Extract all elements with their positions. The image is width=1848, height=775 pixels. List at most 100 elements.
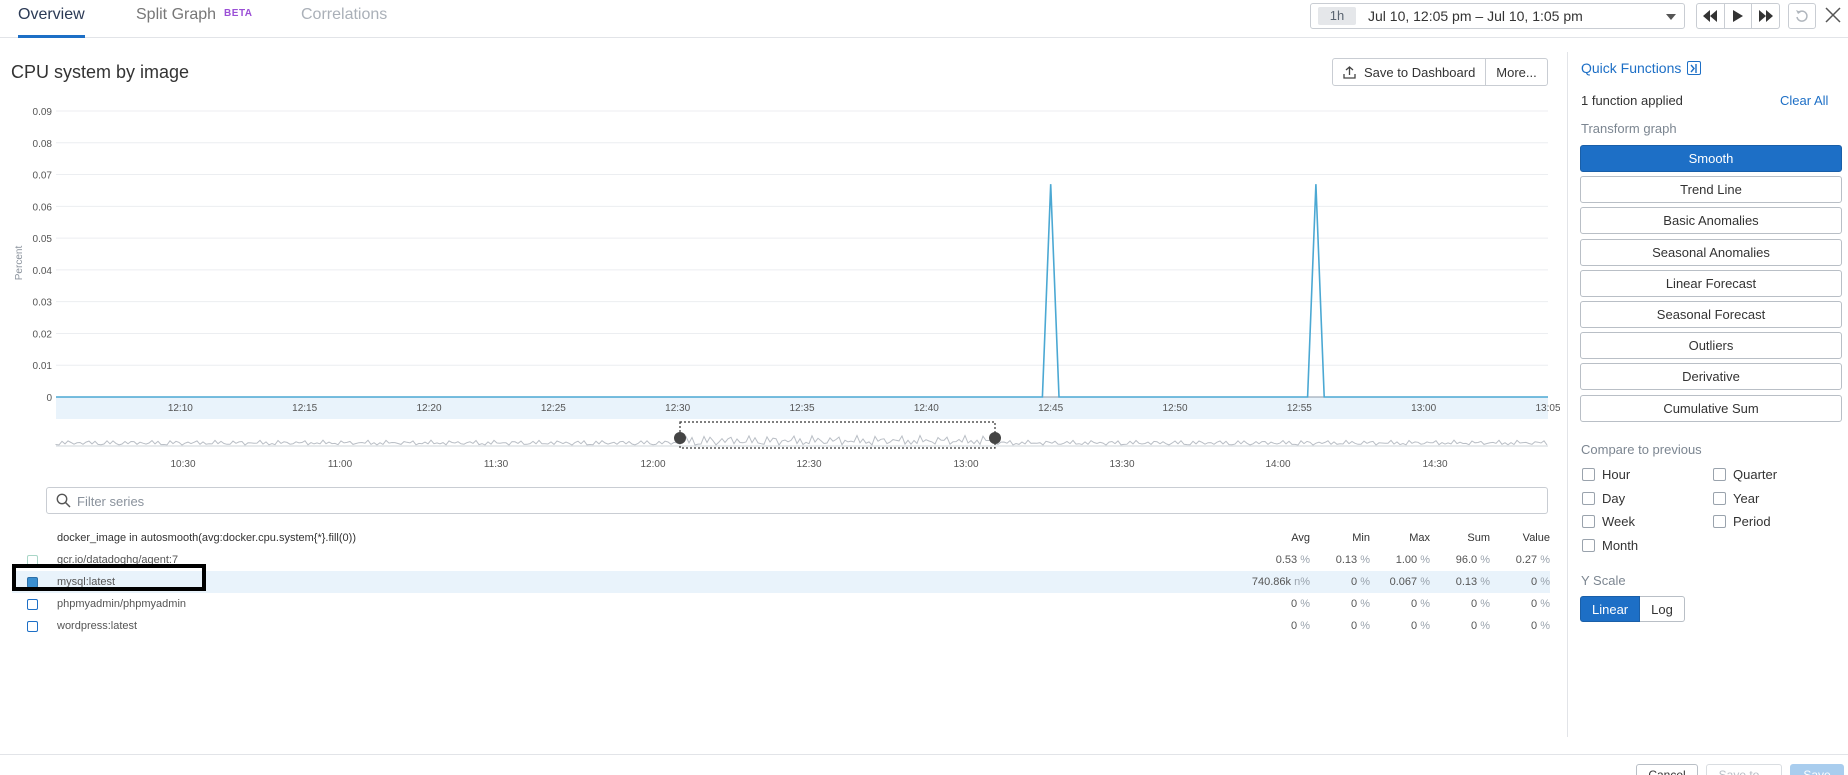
- more-button[interactable]: More...: [1485, 59, 1546, 85]
- cell-max: 0.067 %: [1370, 576, 1430, 588]
- checkbox-box[interactable]: [1582, 515, 1595, 528]
- fast-forward-icon: [1758, 10, 1773, 22]
- compare-week-checkbox[interactable]: Week: [1582, 514, 1635, 529]
- function-outliers-button[interactable]: Outliers: [1580, 332, 1842, 360]
- compare-day-checkbox[interactable]: Day: [1582, 491, 1625, 506]
- filter-series-box[interactable]: [46, 487, 1548, 514]
- y-scale-linear-button[interactable]: Linear: [1580, 596, 1641, 622]
- rewind-button[interactable]: [1697, 4, 1725, 28]
- series-checkbox[interactable]: [27, 621, 38, 632]
- cell-unit: %: [1300, 554, 1310, 566]
- compare-month-checkbox[interactable]: Month: [1582, 538, 1638, 553]
- cell-value: 0: [1411, 620, 1418, 632]
- play-button[interactable]: [1725, 4, 1753, 28]
- cell-unit: %: [1480, 576, 1490, 588]
- cell-unit: %: [1540, 576, 1550, 588]
- function-basic-anomalies-button[interactable]: Basic Anomalies: [1580, 207, 1842, 235]
- cell-unit: %: [1420, 598, 1430, 610]
- col-min[interactable]: Min: [1330, 532, 1370, 544]
- function-cumulative-sum-button[interactable]: Cumulative Sum: [1580, 394, 1842, 422]
- tab-split-graph[interactable]: Split Graph BETA: [136, 6, 253, 38]
- x-tick-label: 12:30: [665, 403, 690, 414]
- time-range-text: Jul 10, 12:05 pm – Jul 10, 1:05 pm: [1368, 8, 1583, 24]
- function-linear-forecast-button[interactable]: Linear Forecast: [1580, 269, 1842, 297]
- cancel-button[interactable]: Cancel: [1636, 764, 1698, 775]
- table-row[interactable]: gcr.io/datadoghq/agent:7 0.53 % 0.13 % 1.00…: [12, 549, 1550, 571]
- cell-sum: 0.13 %: [1430, 576, 1490, 588]
- checkbox-box[interactable]: [1582, 491, 1595, 505]
- compare-previous-label: Compare to previous: [1581, 442, 1702, 457]
- cell-value: 0 %: [1490, 620, 1550, 632]
- cell-value: 0: [1411, 598, 1418, 610]
- save-to-dashboard-button[interactable]: Save to Dashboard: [1333, 59, 1485, 85]
- series-legend-table: docker_image in autosmooth(avg:docker.cp…: [12, 527, 1550, 637]
- footer-divider: [0, 754, 1848, 755]
- cell-unit: %: [1480, 554, 1490, 566]
- quick-functions-title[interactable]: Quick Functions: [1581, 60, 1681, 76]
- graph-title: CPU system by image: [11, 62, 190, 82]
- checkbox-box[interactable]: [1582, 538, 1595, 552]
- cell-avg: 740.86k n%: [1250, 576, 1310, 588]
- cell-unit: %: [1420, 576, 1430, 588]
- series-checkbox[interactable]: [27, 599, 38, 610]
- compare-period-checkbox[interactable]: Period: [1713, 514, 1771, 529]
- cell-max: 0 %: [1370, 598, 1430, 610]
- function-seasonal-anomalies-button[interactable]: Seasonal Anomalies: [1580, 238, 1842, 266]
- cell-min: 0 %: [1310, 598, 1370, 610]
- y-tick-label: 0.04: [33, 266, 53, 277]
- cell-value: 0.067: [1389, 576, 1418, 588]
- function-trend-line-button[interactable]: Trend Line: [1580, 176, 1842, 204]
- tab-correlations[interactable]: Correlations: [301, 6, 387, 38]
- panel-toggle-icon[interactable]: [1687, 61, 1701, 75]
- cell-unit: %: [1360, 620, 1370, 632]
- cell-avg: 0 %: [1250, 620, 1310, 632]
- col-value[interactable]: Value: [1510, 532, 1550, 544]
- checkbox-box[interactable]: [1713, 491, 1726, 505]
- cell-unit: %: [1540, 598, 1550, 610]
- save-button[interactable]: Save: [1790, 764, 1844, 775]
- x-tick-label: 12:55: [1287, 403, 1312, 414]
- reset-button[interactable]: [1788, 3, 1816, 29]
- col-max[interactable]: Max: [1390, 532, 1430, 544]
- overview-tick-label: 12:00: [640, 459, 665, 470]
- table-row[interactable]: phpmyadmin/phpmyadmin 0 % 0 % 0 % 0 % 0 %: [12, 593, 1550, 615]
- cell-value: 0: [1291, 598, 1298, 610]
- tab-label: Correlations: [301, 6, 388, 23]
- cpu-line-chart[interactable]: 0 0.01 0.02 0.03 0.04 0.05 0.06 0.07 0.08 0.09 Per…: [0, 95, 1560, 475]
- compare-hour-checkbox[interactable]: Hour: [1582, 467, 1630, 482]
- overview-tick-label: 13:00: [953, 459, 978, 470]
- checkbox-box[interactable]: [1713, 468, 1726, 481]
- y-tick-label: 0.03: [33, 298, 53, 309]
- close-button[interactable]: [1822, 4, 1844, 26]
- table-row[interactable]: mysql:latest 740.86k n% 0 % 0.067 % 0.13 % 0 …: [12, 571, 1550, 593]
- compare-year-checkbox[interactable]: Year: [1713, 491, 1759, 506]
- function-smooth-button[interactable]: Smooth: [1580, 145, 1842, 172]
- y-tick-label: 0.01: [33, 361, 53, 372]
- clear-all-link[interactable]: Clear All: [1780, 93, 1828, 108]
- col-avg[interactable]: Avg: [1270, 532, 1310, 544]
- checkbox-label: Week: [1602, 514, 1635, 529]
- checkbox-box[interactable]: [1713, 515, 1726, 528]
- y-scale-log-button[interactable]: Log: [1640, 596, 1685, 622]
- function-seasonal-forecast-button[interactable]: Seasonal Forecast: [1580, 301, 1842, 328]
- undo-icon: [1796, 10, 1808, 22]
- table-row[interactable]: wordpress:latest 0 % 0 % 0 % 0 % 0 %: [12, 615, 1550, 637]
- col-sum[interactable]: Sum: [1450, 532, 1490, 544]
- checkbox-box[interactable]: [1582, 468, 1595, 481]
- checkbox-label: Month: [1602, 537, 1639, 553]
- function-derivative-button[interactable]: Derivative: [1580, 363, 1842, 391]
- tab-overview[interactable]: Overview: [18, 6, 85, 38]
- highlight-selection-box: [12, 564, 206, 591]
- cell-unit: %: [1480, 598, 1490, 610]
- compare-quarter-checkbox[interactable]: Quarter: [1713, 467, 1777, 482]
- overview-tick-label: 11:30: [484, 459, 509, 470]
- save-to-button[interactable]: Save to...: [1706, 764, 1782, 775]
- fast-forward-button[interactable]: [1752, 4, 1779, 28]
- filter-series-input[interactable]: [77, 491, 1537, 511]
- time-range-picker[interactable]: 1h Jul 10, 12:05 pm – Jul 10, 1:05 pm: [1310, 3, 1685, 29]
- y-tick-label: 0: [46, 393, 52, 404]
- cell-sum: 0 %: [1430, 620, 1490, 632]
- cell-unit: %: [1480, 620, 1490, 632]
- export-icon: [1343, 65, 1356, 79]
- y-tick-label: 0.02: [33, 329, 53, 340]
